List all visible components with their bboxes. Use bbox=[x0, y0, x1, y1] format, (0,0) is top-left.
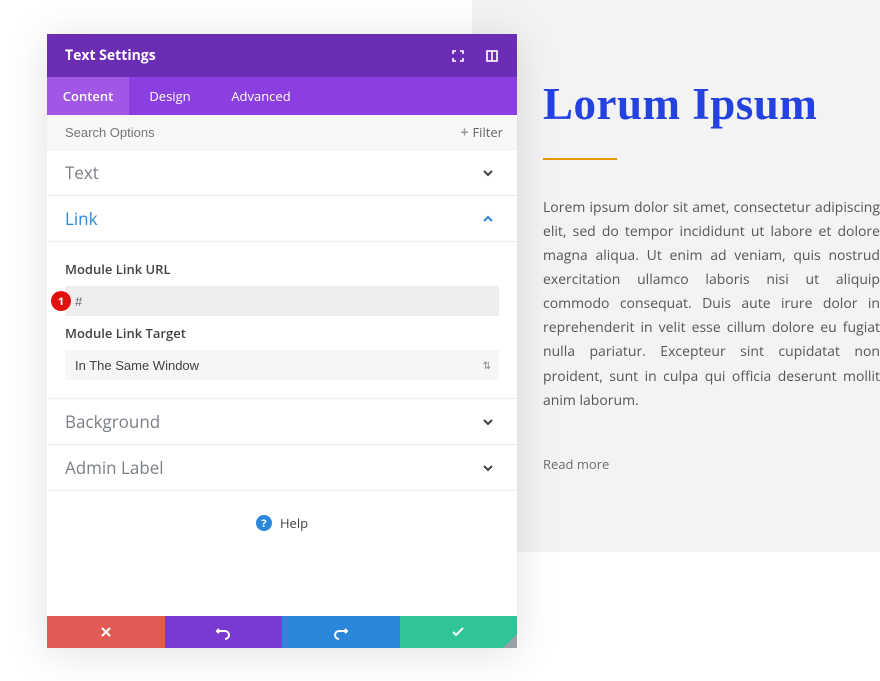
url-label: Module Link URL bbox=[65, 260, 499, 278]
help-label: Help bbox=[280, 514, 308, 532]
filter-label: Filter bbox=[472, 123, 503, 141]
close-button[interactable] bbox=[47, 616, 165, 648]
section-text-title: Text bbox=[65, 161, 481, 184]
plus-icon: + bbox=[460, 123, 468, 142]
preview-body: Lorem ipsum dolor sit amet, consectetur … bbox=[543, 196, 880, 413]
search-row: + Filter bbox=[47, 115, 517, 150]
redo-icon bbox=[333, 624, 349, 640]
chevron-down-icon bbox=[481, 461, 495, 475]
section-admin-label[interactable]: Admin Label bbox=[47, 445, 517, 491]
snap-icon[interactable] bbox=[485, 49, 499, 63]
target-label: Module Link Target bbox=[65, 324, 499, 342]
section-admin-label-title: Admin Label bbox=[65, 456, 481, 479]
chevron-down-icon bbox=[481, 166, 495, 180]
panel-title: Text Settings bbox=[65, 46, 451, 65]
check-icon bbox=[451, 625, 465, 639]
section-link[interactable]: Link bbox=[47, 196, 517, 242]
preview-divider bbox=[543, 158, 617, 160]
chevron-down-icon bbox=[481, 415, 495, 429]
undo-icon bbox=[215, 624, 231, 640]
annotation-badge: 1 bbox=[51, 291, 71, 311]
resize-handle[interactable] bbox=[503, 634, 517, 648]
module-link-target-select[interactable]: In The Same Window bbox=[65, 350, 499, 380]
close-icon bbox=[100, 626, 112, 638]
footer-actions bbox=[47, 616, 517, 648]
expand-icon[interactable] bbox=[451, 49, 465, 63]
redo-button[interactable] bbox=[282, 616, 400, 648]
panel-header: Text Settings bbox=[47, 34, 517, 77]
preview-panel: Lorum Ipsum Lorem ipsum dolor sit amet, … bbox=[472, 0, 880, 552]
section-link-body: Module Link URL 1 Module Link Target In … bbox=[47, 242, 517, 399]
section-background[interactable]: Background bbox=[47, 399, 517, 445]
read-more-link[interactable]: Read more bbox=[543, 455, 880, 473]
module-link-url-input[interactable] bbox=[65, 286, 499, 316]
help-icon: ? bbox=[256, 515, 272, 531]
search-input[interactable] bbox=[65, 125, 460, 140]
chevron-up-icon bbox=[481, 212, 495, 226]
tab-design[interactable]: Design bbox=[129, 77, 211, 115]
undo-button[interactable] bbox=[165, 616, 283, 648]
preview-title: Lorum Ipsum bbox=[543, 78, 880, 130]
help-row[interactable]: ? Help bbox=[47, 491, 517, 555]
tab-content[interactable]: Content bbox=[47, 77, 129, 115]
section-background-title: Background bbox=[65, 410, 481, 433]
tab-advanced[interactable]: Advanced bbox=[211, 77, 311, 115]
tabs: Content Design Advanced bbox=[47, 77, 517, 115]
settings-panel: Text Settings Content Design Advanced + … bbox=[47, 34, 517, 648]
sections: Text Link Module Link URL 1 Module Link … bbox=[47, 150, 517, 616]
section-text[interactable]: Text bbox=[47, 150, 517, 196]
confirm-button[interactable] bbox=[400, 616, 518, 648]
section-link-title: Link bbox=[65, 207, 481, 230]
filter-button[interactable]: + Filter bbox=[460, 123, 503, 142]
